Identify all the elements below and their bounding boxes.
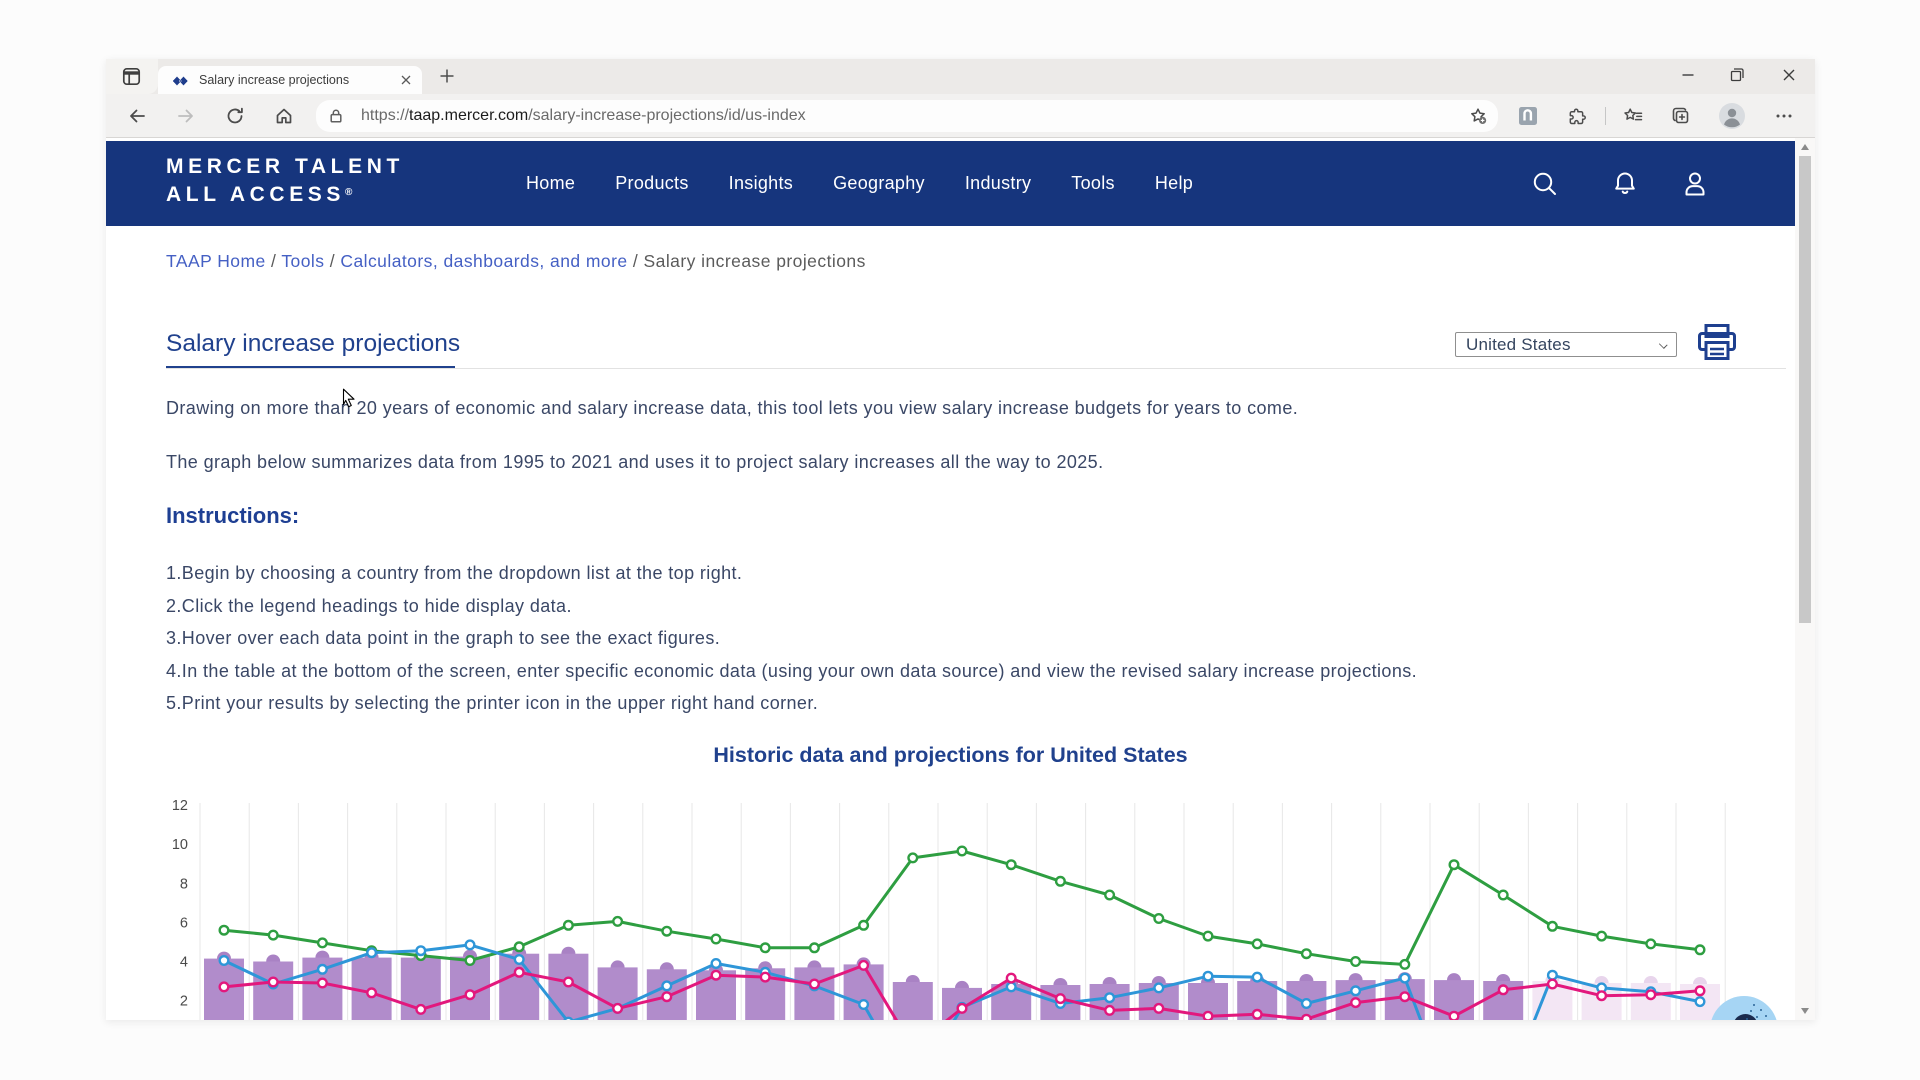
svg-text:4: 4 bbox=[180, 955, 188, 971]
svg-text:6: 6 bbox=[180, 915, 188, 931]
svg-text:8: 8 bbox=[180, 876, 188, 892]
svg-text:12: 12 bbox=[172, 798, 188, 814]
svg-text:10: 10 bbox=[172, 837, 188, 853]
svg-text:2: 2 bbox=[180, 994, 188, 1010]
